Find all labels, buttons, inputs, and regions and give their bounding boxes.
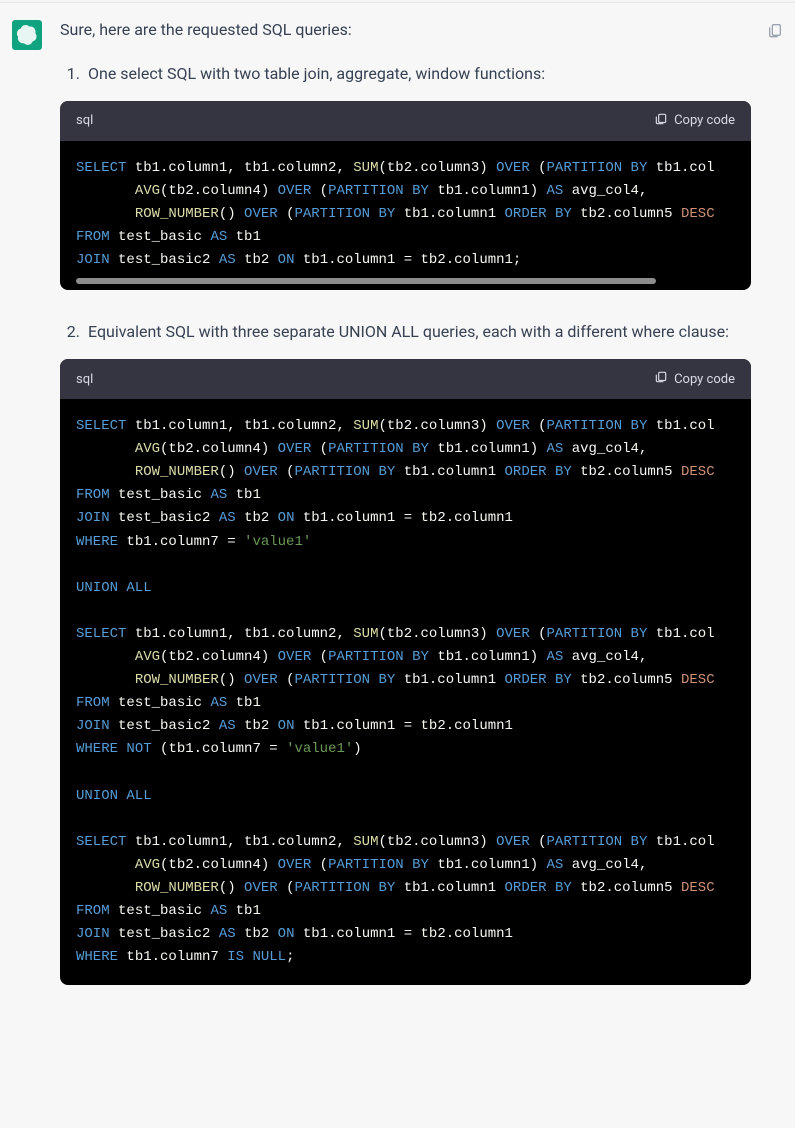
list-text: One select SQL with two table join, aggr… bbox=[88, 62, 783, 87]
code-lang-label: sql bbox=[76, 372, 93, 387]
copy-code-button[interactable]: Copy code bbox=[654, 112, 735, 130]
code-header: sql Copy code bbox=[60, 101, 751, 141]
assistant-avatar bbox=[12, 20, 42, 50]
scrollbar-thumb[interactable] bbox=[76, 278, 656, 284]
list-text: Equivalent SQL with three separate UNION… bbox=[88, 320, 783, 345]
top-divider bbox=[0, 2, 795, 3]
code-content: SELECT tb1.column1, tb1.column2, SUM(tb2… bbox=[76, 157, 735, 272]
chat-message: Sure, here are the requested SQL queries… bbox=[0, 0, 795, 1003]
code-block-2: sql Copy code SELECT tb1.column1, tb1.co… bbox=[60, 359, 751, 985]
clipboard-icon[interactable] bbox=[767, 22, 783, 42]
clipboard-icon bbox=[654, 370, 668, 388]
code-block-1: sql Copy code SELECT tb1.column1, tb1.co… bbox=[60, 101, 751, 290]
clipboard-icon bbox=[654, 112, 668, 130]
code-body[interactable]: SELECT tb1.column1, tb1.column2, SUM(tb2… bbox=[60, 141, 751, 290]
code-header: sql Copy code bbox=[60, 359, 751, 399]
code-body[interactable]: SELECT tb1.column1, tb1.column2, SUM(tb2… bbox=[60, 399, 751, 985]
response-intro: Sure, here are the requested SQL queries… bbox=[60, 18, 783, 42]
horizontal-scrollbar[interactable] bbox=[76, 276, 735, 286]
list-number: 2. bbox=[62, 320, 80, 345]
code-content: SELECT tb1.column1, tb1.column2, SUM(tb2… bbox=[76, 415, 735, 969]
copy-code-label: Copy code bbox=[674, 372, 735, 387]
list-item-1: 1. One select SQL with two table join, a… bbox=[60, 62, 783, 87]
copy-code-label: Copy code bbox=[674, 113, 735, 128]
list-item-2: 2. Equivalent SQL with three separate UN… bbox=[60, 320, 783, 345]
list-number: 1. bbox=[62, 62, 80, 87]
copy-code-button[interactable]: Copy code bbox=[654, 370, 735, 388]
code-lang-label: sql bbox=[76, 113, 93, 128]
